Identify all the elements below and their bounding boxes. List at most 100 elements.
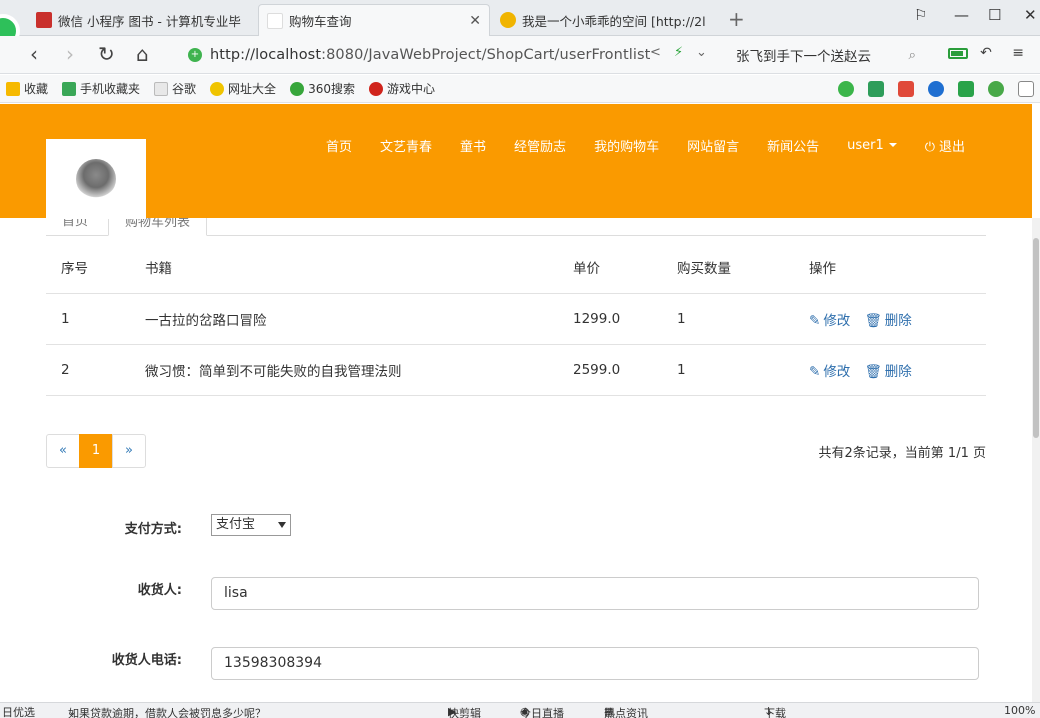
scissors-icon[interactable] xyxy=(898,81,914,97)
delete-link[interactable]: 🗑 删除 xyxy=(865,364,912,380)
lightning-icon[interactable]: ⚡ xyxy=(674,45,683,60)
back-icon[interactable]: ‹ xyxy=(30,42,38,66)
gamepad-icon[interactable] xyxy=(958,81,974,97)
forward-icon[interactable]: › xyxy=(66,42,74,66)
url-text: http://localhost:8080/JavaWebProject/Sho… xyxy=(210,47,650,63)
next-page-button[interactable]: » xyxy=(112,434,146,468)
close-tab-icon[interactable]: ✕ xyxy=(469,13,481,29)
search-input[interactable]: 张飞到手下一个送赵云 ⌕ xyxy=(730,41,922,69)
magnifier-icon[interactable] xyxy=(928,81,944,97)
translate-icon[interactable] xyxy=(868,81,884,97)
user-menu[interactable]: user1 xyxy=(833,138,911,153)
nav-news[interactable]: 新闻公告 xyxy=(753,136,833,155)
maximize-icon[interactable]: ☐ xyxy=(988,6,1001,24)
bookmark-mobile[interactable]: 手机收藏夹 xyxy=(62,80,140,97)
menu-icon[interactable]: ≡ xyxy=(1012,45,1032,61)
logout-link[interactable]: ⏻ 退出 xyxy=(911,136,979,155)
status-left-text[interactable]: 日优选 xyxy=(2,704,35,718)
search-icon[interactable]: ⌕ xyxy=(908,47,916,63)
bookmark-360-search[interactable]: 360搜索 xyxy=(290,80,355,97)
receiver-input[interactable]: lisa xyxy=(211,577,979,610)
current-page-button[interactable]: 1 xyxy=(79,434,113,468)
secure-shield-icon: + xyxy=(188,48,202,62)
battery-icon[interactable] xyxy=(947,47,968,59)
table-row: 2 微习惯：简单到不可能失败的自我管理法则 2599.0 1 ✎ 修改 🗑 删除 xyxy=(46,344,986,396)
nav-my-cart[interactable]: 我的购物车 xyxy=(580,136,673,155)
status-bar: 日优选 ⌄ 如果贷款逾期，借款人会被罚息多少呢？ ▶ 快剪辑 ◉ 今日直播 ▦ … xyxy=(0,702,1040,718)
address-bar: ‹ › ↻ ⌂ + http://localhost:8080/JavaWebP… xyxy=(0,36,1040,74)
bookmark-games[interactable]: 游戏中心 xyxy=(368,80,435,97)
payment-select[interactable]: 支付宝 xyxy=(211,514,291,536)
cell-number: 2 xyxy=(46,344,130,396)
nav-literature[interactable]: 文艺青春 xyxy=(366,136,446,155)
bookmark-label: 网址大全 xyxy=(228,82,277,96)
power-icon: ⏻ xyxy=(924,139,936,155)
browser-tab-3[interactable]: 我是一个小乖乖的空间 [http://2l xyxy=(492,4,724,36)
url-host: http://localhost xyxy=(210,47,322,63)
undo-icon[interactable]: ↶ xyxy=(980,45,1000,61)
cell-quantity: 1 xyxy=(662,293,794,345)
bookmark-site-nav[interactable]: 网址大全 xyxy=(210,80,276,97)
home-icon[interactable]: ⌂ xyxy=(136,42,149,66)
share-icon[interactable]: < xyxy=(650,45,661,60)
logout-label: 退出 xyxy=(939,139,966,155)
nav-home[interactable]: 首页 xyxy=(312,136,366,155)
nav-messages[interactable]: 网站留言 xyxy=(673,136,753,155)
tab-cart-list[interactable]: 购物车列表 xyxy=(108,218,208,236)
search-360-icon xyxy=(290,81,305,96)
reload-icon[interactable]: ↻ xyxy=(98,42,115,66)
url-input[interactable]: + http://localhost:8080/JavaWebProject/S… xyxy=(188,41,718,69)
site-logo[interactable] xyxy=(46,139,146,219)
vertical-scrollbar[interactable] xyxy=(1032,218,1040,702)
status-item: 今日直播 xyxy=(520,707,564,718)
edit-link[interactable]: ✎ 修改 xyxy=(809,313,850,329)
col-quantity: 购买数量 xyxy=(662,242,794,294)
dropdown-icon[interactable]: ⌄ xyxy=(696,45,707,60)
close-window-icon[interactable]: ✕ xyxy=(1024,6,1037,24)
phone-label: 收货人电话: xyxy=(111,653,182,668)
tree-logo-icon xyxy=(76,159,116,199)
phone-input[interactable]: 13598308394 xyxy=(211,647,979,680)
nav-business[interactable]: 经管励志 xyxy=(500,136,580,155)
apps-grid-icon[interactable] xyxy=(1018,81,1034,97)
delete-label: 删除 xyxy=(884,312,912,329)
cell-book: 微习惯：简单到不可能失败的自我管理法则 xyxy=(130,344,558,396)
star-icon xyxy=(6,81,20,96)
nav-children-books[interactable]: 童书 xyxy=(446,136,500,155)
wechat-icon[interactable] xyxy=(838,81,854,97)
receiver-label: 收货人: xyxy=(137,583,182,598)
bookmark-google[interactable]: 谷歌 xyxy=(154,80,196,97)
col-actions: 操作 xyxy=(794,242,986,294)
zoom-level[interactable]: 100% xyxy=(1004,704,1035,717)
page-content: 首页 购物车列表 序号 书籍 单价 购买数量 操作 1 一古拉的岔路口冒险 12… xyxy=(0,218,1032,702)
cell-actions: ✎ 修改 🗑 删除 xyxy=(794,293,986,345)
pencil-icon: ✎ xyxy=(809,363,821,380)
caret-down-icon xyxy=(888,143,897,147)
scrollbar-thumb[interactable] xyxy=(1033,238,1039,438)
new-tab-button[interactable]: + xyxy=(728,7,745,31)
minimize-icon[interactable]: — xyxy=(954,6,969,24)
edit-link[interactable]: ✎ 修改 xyxy=(809,364,850,380)
tab-title: 我是一个小乖乖的空间 [http://2l xyxy=(522,13,706,29)
status-item: 下载 xyxy=(764,707,786,718)
tab-favicon-icon xyxy=(36,12,52,28)
browser-tab-active[interactable]: 购物车查询 ✕ xyxy=(258,4,490,36)
browser-tab-1[interactable]: 微信 小程序 图书 - 计算机专业毕 xyxy=(28,4,260,36)
delete-link[interactable]: 🗑 删除 xyxy=(865,313,912,329)
trash-icon: 🗑 xyxy=(864,363,882,380)
bookmarks-bar: 收藏 手机收藏夹 谷歌 网址大全 360搜索 游戏中心 xyxy=(0,75,1040,103)
bookmark-label: 手机收藏夹 xyxy=(80,82,141,96)
browser-tab-bar: 微信 小程序 图书 - 计算机专业毕 购物车查询 ✕ 我是一个小乖乖的空间 [h… xyxy=(0,0,1040,48)
globe-icon xyxy=(210,81,225,96)
table-header-row: 序号 书籍 单价 购买数量 操作 xyxy=(46,242,986,294)
prev-page-button[interactable]: « xyxy=(46,434,80,468)
extension-icons xyxy=(838,81,1034,97)
url-path: :8080/JavaWebProject/ShopCart/userFrontl… xyxy=(321,47,651,63)
payment-label: 支付方式: xyxy=(124,522,182,537)
money-icon[interactable] xyxy=(988,81,1004,97)
skin-icon[interactable]: ⚐ xyxy=(914,6,927,24)
bookmark-favorites[interactable]: 收藏 xyxy=(6,80,48,97)
delete-label: 删除 xyxy=(884,363,912,380)
pagination: « 1 » xyxy=(46,434,146,468)
tab-home[interactable]: 首页 xyxy=(46,218,104,236)
